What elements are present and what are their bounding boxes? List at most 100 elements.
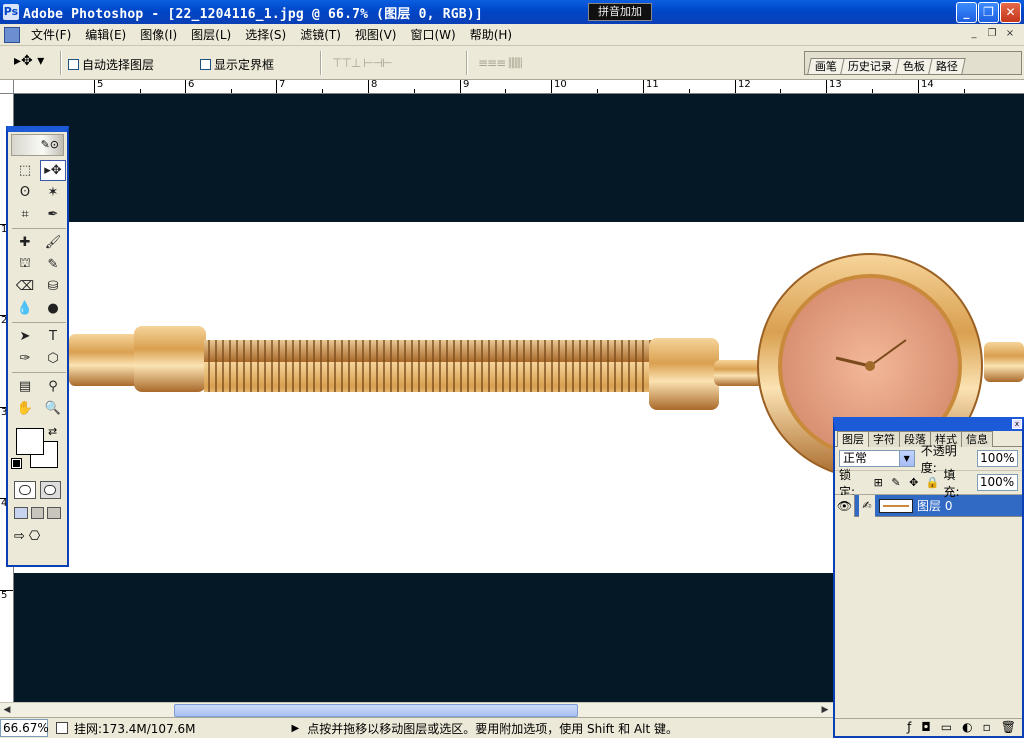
lasso-tool-icon[interactable]: ʘ (12, 182, 38, 203)
menu-window[interactable]: 窗口(W) (403, 26, 462, 43)
tool-preset-picker[interactable]: ▸✥ ▾ (14, 53, 54, 73)
close-button[interactable]: ✕ (1000, 2, 1021, 23)
trash-icon[interactable]: 🗑 (1001, 719, 1016, 736)
new-layer-icon[interactable]: ▫ (983, 719, 991, 736)
layer-row[interactable]: 👁 ✍ 图层 0 (835, 494, 1022, 517)
blend-mode-select[interactable]: 正常 ▼ (839, 450, 915, 467)
zoom-tool-icon[interactable]: 🔍 (40, 398, 66, 419)
shape-tool-icon[interactable]: ⬡ (40, 348, 66, 369)
tab-paths[interactable]: 路径 (928, 58, 966, 74)
checkbox-box[interactable] (200, 59, 211, 70)
layer-mask-icon[interactable]: ◘ (921, 719, 931, 736)
new-set-icon[interactable]: ▭ (941, 719, 952, 736)
horizontal-scrollbar[interactable]: ◀ ▶ (0, 702, 833, 717)
default-colors-icon[interactable] (11, 458, 22, 469)
crop-tool-icon[interactable]: ⌗ (12, 204, 38, 225)
align-buttons[interactable]: ⊤⊤⊥ ⊢⊣⊢ (332, 56, 393, 70)
ime-indicator[interactable]: 拼音加加 (588, 3, 652, 21)
tab-layers[interactable]: 图层 (837, 431, 869, 447)
history-brush-tool-icon[interactable]: ✎ (40, 254, 66, 275)
zoom-field[interactable]: 66.67% (0, 719, 49, 737)
minimize-button[interactable]: _ (956, 2, 977, 23)
doc-info[interactable]: 挂网:173.4M/107.6M (56, 720, 196, 737)
lock-transparency-icon[interactable]: ⊞ (872, 476, 884, 489)
menu-layer[interactable]: 图层(L) (184, 26, 238, 43)
layers-palette[interactable]: x 图层 字符 段落 样式 信息 正常 ▼ 不透明度: 100% 锁定: ⊞ ✎… (833, 417, 1024, 738)
doc-minimize-button[interactable]: _ (966, 27, 982, 41)
lock-pixels-icon[interactable]: ✎ (890, 476, 902, 489)
show-bounding-box-checkbox[interactable]: 显示定界框 (200, 56, 274, 73)
full-screen-menu-mode-button[interactable] (30, 507, 45, 519)
blur-tool-icon[interactable]: 💧 (12, 298, 38, 319)
menu-view[interactable]: 视图(V) (348, 26, 404, 43)
tab-brushes[interactable]: 画笔 (807, 58, 845, 74)
tab-history[interactable]: 历史记录 (840, 58, 900, 74)
status-menu-arrow-icon[interactable]: ▶ (292, 723, 300, 734)
doc-close-button[interactable]: × (1002, 27, 1018, 41)
notes-tool-icon[interactable]: ▤ (12, 376, 38, 397)
standard-screen-mode-button[interactable] (14, 507, 28, 519)
horizontal-ruler[interactable]: 5 6 7 8 9 10 11 12 13 14 (14, 80, 1024, 94)
scroll-thumb[interactable] (174, 704, 578, 717)
menu-file[interactable]: 文件(F) (24, 26, 78, 43)
distribute-buttons[interactable]: ≡≡≡ ⫼⫼⫼ (478, 56, 523, 71)
layer-thumbnail[interactable] (879, 498, 913, 513)
menu-bar: 文件(F) 编辑(E) 图像(I) 图层(L) 选择(S) 滤镜(T) 视图(V… (0, 24, 1024, 46)
ruler-tick (689, 89, 690, 93)
eye-icon[interactable]: 👁 (835, 494, 855, 517)
healing-brush-tool-icon[interactable]: ✚ (12, 232, 38, 253)
toolbox-header-logo[interactable]: ✎⊙ (11, 134, 64, 156)
fill-field[interactable]: 100% (976, 474, 1018, 491)
brush-tool-icon[interactable]: 🖌 (40, 232, 66, 253)
brush-icon[interactable]: ✍ (859, 494, 875, 517)
ruler-tick (872, 89, 873, 93)
path-selection-tool-icon[interactable]: ➤ (12, 326, 38, 347)
palette-close-button[interactable]: x (1012, 419, 1022, 429)
menu-select[interactable]: 选择(S) (238, 26, 293, 43)
marquee-tool-icon[interactable]: ⬚ (12, 160, 38, 181)
lock-all-icon[interactable]: 🔒 (926, 476, 940, 489)
scroll-right-arrow[interactable]: ▶ (818, 704, 832, 717)
auto-select-layer-checkbox[interactable]: 自动选择图层 (68, 56, 154, 73)
quick-mask-mode-button[interactable] (39, 481, 61, 499)
move-tool-icon[interactable]: ▸✥ (40, 160, 66, 181)
menu-help[interactable]: 帮助(H) (463, 26, 519, 43)
lock-position-icon[interactable]: ✥ (908, 476, 920, 489)
toolbox-palette[interactable]: ✎⊙ ⬚ ▸✥ ʘ ✶ ⌗ ✒ ✚ 🖌 ⛫ ✎ ⌫ ⛁ 💧 ● ➤ T ✑ ⬡ ▤ ⚲ ✋ 🔍 ⇄ ⇨ ⎔ (6, 126, 69, 567)
eraser-tool-icon[interactable]: ⌫ (12, 276, 38, 297)
menu-edit[interactable]: 编辑(E) (78, 26, 133, 43)
jump-to-app-icon[interactable]: ⎔ (29, 529, 40, 544)
scroll-left-arrow[interactable]: ◀ (0, 704, 14, 717)
swap-colors-icon[interactable]: ⇄ (48, 425, 57, 438)
pen-tool-icon[interactable]: ✑ (12, 348, 38, 369)
opacity-field[interactable]: 100% (977, 450, 1018, 467)
jump-to-imageready-icon[interactable]: ⇨ (14, 529, 25, 544)
checkbox-box[interactable] (68, 59, 79, 70)
ruler-label: 10 (551, 80, 567, 93)
dodge-tool-icon[interactable]: ● (40, 298, 66, 319)
layer-style-icon[interactable]: ƒ (907, 719, 911, 736)
clone-stamp-tool-icon[interactable]: ⛫ (12, 254, 38, 275)
adjustment-layer-icon[interactable]: ◐ (962, 719, 972, 736)
doc-restore-button[interactable]: ❐ (984, 27, 1000, 41)
menu-image[interactable]: 图像(I) (133, 26, 184, 43)
tab-character[interactable]: 字符 (868, 431, 900, 447)
chevron-down-icon[interactable]: ▼ (898, 451, 914, 466)
layer-name[interactable]: 图层 0 (917, 497, 952, 514)
maximize-button[interactable]: ❐ (978, 2, 999, 23)
hand-tool-icon[interactable]: ✋ (12, 398, 38, 419)
ruler-tick (780, 89, 781, 93)
document-icon[interactable] (4, 26, 20, 43)
magic-wand-tool-icon[interactable]: ✶ (40, 182, 66, 203)
full-screen-mode-button[interactable] (47, 507, 62, 519)
eyedropper-tool-icon[interactable]: ⚲ (40, 376, 66, 397)
photoshop-app-icon[interactable]: Ps (3, 4, 19, 20)
type-tool-icon[interactable]: T (40, 326, 66, 347)
tab-swatches[interactable]: 色板 (895, 58, 933, 74)
ruler-corner[interactable] (0, 80, 14, 94)
paint-bucket-tool-icon[interactable]: ⛁ (40, 276, 66, 297)
standard-mode-button[interactable] (14, 481, 36, 499)
slice-tool-icon[interactable]: ✒ (40, 204, 66, 225)
menu-filter[interactable]: 滤镜(T) (293, 26, 348, 43)
foreground-color-swatch[interactable] (16, 428, 44, 455)
